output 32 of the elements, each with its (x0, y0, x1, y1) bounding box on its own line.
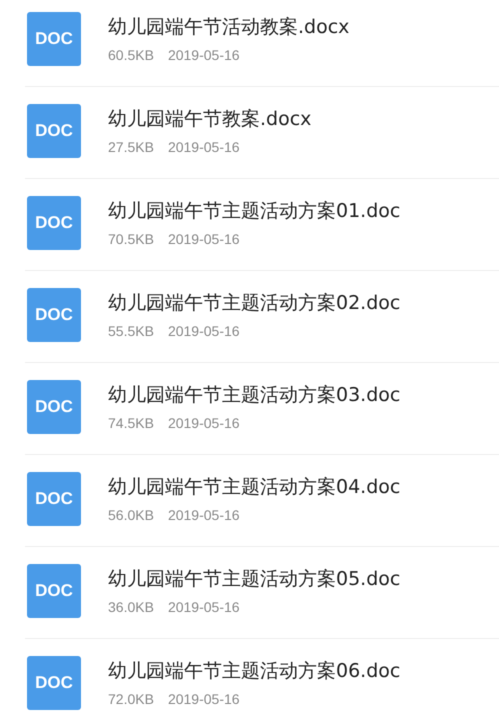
file-size: 74.5KB (108, 414, 154, 433)
file-size: 72.0KB (108, 690, 154, 709)
file-size: 70.5KB (108, 230, 154, 249)
file-name[interactable]: 幼儿园端午节主题活动方案01.doc (108, 199, 400, 223)
file-size: 60.5KB (108, 46, 154, 65)
file-date: 2019-05-16 (168, 690, 240, 709)
doc-file-icon: DOC (27, 472, 81, 526)
file-size: 36.0KB (108, 598, 154, 617)
file-name[interactable]: 幼儿园端午节主题活动方案05.doc (108, 567, 400, 591)
doc-file-icon: DOC (27, 12, 81, 66)
file-date: 2019-05-16 (168, 322, 240, 341)
file-date: 2019-05-16 (168, 230, 240, 249)
file-size: 27.5KB (108, 138, 154, 157)
file-size: 56.0KB (108, 506, 154, 525)
file-name[interactable]: 幼儿园端午节活动教案.docx (108, 15, 350, 39)
doc-file-icon: DOC (27, 380, 81, 434)
doc-file-icon: DOC (27, 656, 81, 710)
file-date: 2019-05-16 (168, 46, 240, 65)
file-date: 2019-05-16 (168, 414, 240, 433)
file-date: 2019-05-16 (168, 138, 240, 157)
file-name[interactable]: 幼儿园端午节主题活动方案04.doc (108, 475, 400, 499)
doc-file-icon: DOC (27, 196, 81, 250)
file-name[interactable]: 幼儿园端午节主题活动方案02.doc (108, 291, 400, 315)
file-size: 55.5KB (108, 322, 154, 341)
doc-file-icon: DOC (27, 564, 81, 618)
file-name[interactable]: 幼儿园端午节主题活动方案06.doc (108, 659, 400, 683)
file-date: 2019-05-16 (168, 506, 240, 525)
file-name[interactable]: 幼儿园端午节教案.docx (108, 107, 312, 131)
doc-file-icon: DOC (27, 288, 81, 342)
doc-file-icon: DOC (27, 104, 81, 158)
file-date: 2019-05-16 (168, 598, 240, 617)
file-name[interactable]: 幼儿园端午节主题活动方案03.doc (108, 383, 400, 407)
